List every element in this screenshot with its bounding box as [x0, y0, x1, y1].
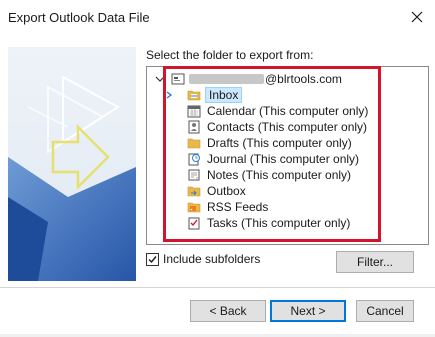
chevron-down-icon[interactable]	[155, 74, 165, 84]
folder-label: Calendar (This computer only)	[207, 104, 369, 118]
rss-feed-icon	[187, 202, 201, 213]
folder-item-contacts[interactable]: Contacts (This computer only)	[171, 119, 381, 135]
mailbox-icon	[171, 73, 185, 85]
next-button[interactable]: Next >	[270, 300, 346, 322]
tasks-icon	[188, 217, 200, 230]
footer-divider	[0, 287, 435, 288]
include-subfolders-checkbox[interactable]: Include subfolders	[146, 252, 260, 266]
title-bar: Export Outlook Data File	[0, 0, 435, 35]
account-row[interactable]: @blrtools.com	[155, 71, 342, 87]
close-icon	[411, 11, 423, 23]
checkmark-icon	[148, 255, 157, 263]
outbox-icon	[187, 186, 201, 197]
folder-item-inbox[interactable]: Inbox	[166, 87, 381, 103]
calendar-icon	[187, 105, 201, 118]
folder-item-journal[interactable]: Journal (This computer only)	[171, 151, 381, 167]
chevron-right-icon[interactable]	[165, 91, 173, 99]
folder-label: Contacts (This computer only)	[207, 120, 368, 134]
folder-item-calendar[interactable]: Calendar (This computer only)	[171, 103, 381, 119]
back-button[interactable]: < Back	[190, 300, 266, 322]
folder-label: Notes (This computer only)	[207, 168, 352, 182]
cancel-button[interactable]: Cancel	[356, 300, 414, 322]
redacted-email-prefix	[189, 74, 264, 84]
contacts-icon	[188, 120, 200, 134]
folder-label: Outbox	[207, 184, 246, 198]
folder-label: Inbox	[205, 87, 243, 103]
folder-label: Tasks (This computer only)	[207, 216, 351, 230]
include-subfolders-label: Include subfolders	[163, 252, 261, 266]
folder-item-drafts[interactable]: Drafts (This computer only)	[171, 135, 381, 151]
journal-icon	[188, 153, 200, 166]
inbox-folder-icon	[187, 90, 201, 101]
checkbox-box[interactable]	[146, 252, 159, 266]
folder-prompt: Select the folder to export from:	[146, 48, 314, 62]
folder-label: Drafts (This computer only)	[207, 136, 352, 150]
folder-item-outbox[interactable]: Outbox	[171, 183, 381, 199]
filter-button[interactable]: Filter...	[336, 251, 414, 273]
folder-label: Journal (This computer only)	[207, 152, 360, 166]
folder-item-tasks[interactable]: Tasks (This computer only)	[171, 215, 381, 231]
notes-icon	[188, 169, 200, 181]
folder-list: Inbox Calendar (This computer only) Cont…	[166, 87, 381, 231]
window-title: Export Outlook Data File	[8, 10, 150, 25]
folder-item-rss-feeds[interactable]: RSS Feeds	[171, 199, 381, 215]
wizard-illustration	[8, 47, 136, 281]
account-email: @blrtools.com	[265, 72, 342, 86]
folder-item-notes[interactable]: Notes (This computer only)	[171, 167, 381, 183]
drafts-folder-icon	[187, 138, 201, 149]
folder-label: RSS Feeds	[207, 200, 269, 214]
close-button[interactable]	[405, 5, 429, 29]
folder-tree[interactable]: @blrtools.com Inbox Calendar (This compu…	[146, 66, 429, 245]
